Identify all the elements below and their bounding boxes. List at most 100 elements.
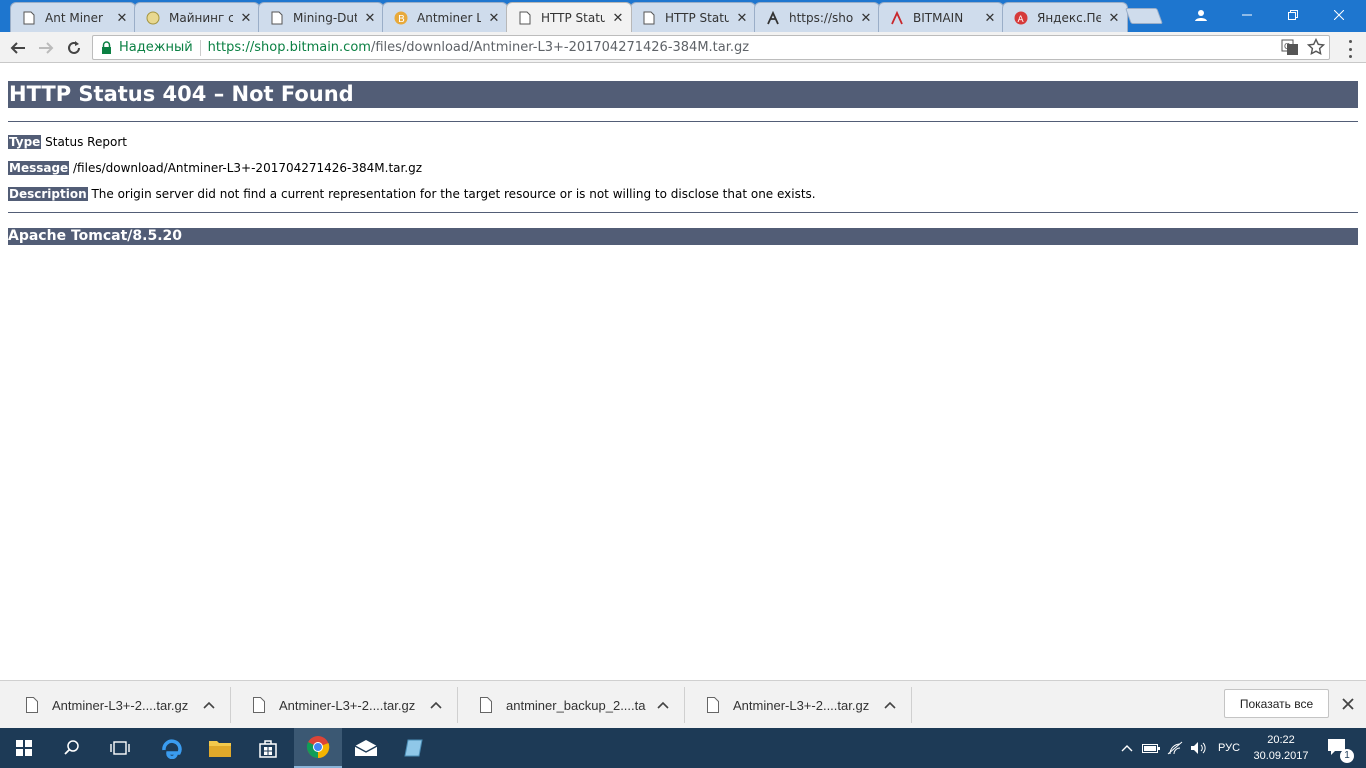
chevron-up-icon[interactable] — [202, 698, 216, 712]
folder-icon — [209, 741, 231, 757]
mail-button[interactable] — [342, 728, 390, 768]
app-button[interactable] — [390, 728, 438, 768]
battery-icon[interactable] — [1140, 728, 1162, 768]
close-icon[interactable]: ✕ — [487, 10, 501, 25]
show-all-button[interactable]: Показать все — [1224, 689, 1329, 718]
close-icon[interactable] — [1340, 696, 1356, 712]
tab-strip: Ant Miner ✕ Майнинг с ✕ Mining-Dut ✕ B A… — [0, 0, 1366, 32]
url-host: https://shop.bitmain.com — [207, 40, 371, 55]
edge-button[interactable] — [148, 728, 196, 768]
mail-icon — [354, 740, 378, 756]
tab-shop-bitmain[interactable]: https://shop ✕ — [754, 2, 880, 32]
chrome-button[interactable] — [294, 728, 342, 768]
bookmark-star-icon[interactable] — [1306, 37, 1326, 60]
close-icon[interactable]: ✕ — [115, 10, 129, 25]
chevron-up-icon[interactable] — [429, 698, 443, 712]
clock-date: 30.09.2017 — [1253, 750, 1309, 762]
tab-antminer-l3[interactable]: B Antminer L3 ✕ — [382, 2, 508, 32]
tab-title: Ant Miner — [45, 10, 103, 25]
close-icon[interactable]: ✕ — [239, 10, 253, 25]
close-icon[interactable]: ✕ — [735, 10, 749, 25]
app-icon — [404, 739, 423, 757]
file-icon — [480, 697, 492, 713]
store-icon — [259, 740, 277, 758]
restore-button[interactable] — [1270, 0, 1316, 30]
tab-title: Яндекс.Пер — [1037, 10, 1101, 25]
tab-title: HTTP Status — [665, 10, 729, 25]
download-item[interactable]: Antminer-L3+-2....tar.gz — [685, 687, 912, 723]
message-value: /files/download/Antminer-L3+-20170427142… — [69, 161, 423, 175]
close-icon[interactable]: ✕ — [983, 10, 997, 25]
search-button[interactable] — [48, 728, 96, 768]
download-item[interactable]: antminer_backup_2....tar — [458, 687, 685, 723]
bitmain-icon — [765, 10, 781, 26]
tab-ant-miner[interactable]: Ant Miner ✕ — [10, 2, 136, 32]
task-view-icon — [110, 741, 130, 755]
tab-title: Antminer L3 — [417, 10, 481, 25]
tab-yandex[interactable]: A Яндекс.Пер ✕ — [1002, 2, 1128, 32]
tab-bitmain[interactable]: BITMAIN ✕ — [878, 2, 1004, 32]
wifi-icon[interactable] — [1164, 728, 1186, 768]
download-shelf: Antminer-L3+-2....tar.gz Antminer-L3+-2.… — [0, 680, 1366, 728]
tab-mining-dutch[interactable]: Mining-Dut ✕ — [258, 2, 384, 32]
svg-text:B: B — [398, 14, 405, 25]
explorer-button[interactable] — [196, 728, 244, 768]
store-button[interactable] — [244, 728, 292, 768]
tab-mining[interactable]: Майнинг с ✕ — [134, 2, 260, 32]
download-item[interactable]: Antminer-L3+-2....tar.gz — [231, 687, 458, 723]
back-button[interactable] — [6, 36, 30, 60]
notification-count: 1 — [1340, 749, 1354, 763]
description-value: The origin server did not find a current… — [87, 187, 816, 201]
bitcoin-icon: B — [393, 10, 409, 26]
tray-chevron-icon[interactable] — [1118, 728, 1136, 768]
chrome-icon — [306, 736, 330, 759]
download-item[interactable]: Antminer-L3+-2....tar.gz — [4, 687, 231, 723]
windows-icon — [16, 740, 32, 756]
description-label: Description — [8, 187, 88, 201]
server-info: Apache Tomcat/8.5.20 — [8, 228, 1358, 245]
file-icon — [707, 697, 719, 713]
search-icon — [64, 740, 79, 755]
translate-icon[interactable]: G — [1281, 38, 1299, 60]
download-filename: Antminer-L3+-2....tar.gz — [279, 697, 416, 713]
minimize-button[interactable] — [1224, 0, 1270, 30]
reload-button[interactable] — [62, 36, 86, 60]
file-icon — [253, 697, 265, 713]
svg-text:G: G — [1284, 42, 1290, 51]
bitmain-red-icon — [889, 10, 905, 26]
tab-http-status[interactable]: HTTP Status ✕ — [630, 2, 756, 32]
address-bar[interactable]: Надежный https://shop.bitmain.com/files/… — [92, 35, 1330, 60]
menu-icon[interactable] — [1342, 40, 1358, 58]
new-tab-button[interactable] — [1125, 8, 1163, 24]
tab-http-status-active[interactable]: HTTP Status ✕ — [506, 2, 632, 32]
close-icon[interactable]: ✕ — [859, 10, 873, 25]
type-label: Type — [8, 135, 42, 149]
task-view-button[interactable] — [96, 728, 144, 768]
chevron-up-icon[interactable] — [883, 698, 897, 712]
clock[interactable]: 20:22 30.09.2017 — [1246, 732, 1316, 764]
close-icon[interactable]: ✕ — [1107, 10, 1121, 25]
chevron-up-icon[interactable] — [656, 698, 670, 712]
message-label: Message — [8, 161, 70, 175]
file-icon — [26, 697, 38, 713]
description-line: Description The origin server did not fi… — [8, 187, 816, 201]
language-indicator[interactable]: РУС — [1212, 728, 1246, 768]
page-title: HTTP Status 404 – Not Found — [8, 81, 1358, 108]
close-icon[interactable]: ✕ — [611, 10, 625, 25]
reload-icon — [68, 41, 80, 54]
type-value: Status Report — [41, 135, 127, 149]
volume-icon[interactable] — [1188, 728, 1210, 768]
lock-icon — [101, 41, 113, 55]
taskbar: РУС 20:22 30.09.2017 1 — [0, 728, 1366, 768]
close-window-button[interactable] — [1316, 0, 1362, 30]
secure-label: Надежный — [119, 40, 193, 55]
page-icon — [21, 10, 37, 26]
close-icon[interactable]: ✕ — [363, 10, 377, 25]
forward-button[interactable] — [34, 36, 58, 60]
browser-toolbar: Надежный https://shop.bitmain.com/files/… — [0, 32, 1366, 63]
svg-text:A: A — [1018, 15, 1025, 25]
download-filename: antminer_backup_2....tar — [506, 697, 646, 713]
notifications-button[interactable]: 1 — [1318, 728, 1358, 768]
start-button[interactable] — [0, 728, 48, 768]
profile-icon[interactable] — [1178, 0, 1224, 30]
